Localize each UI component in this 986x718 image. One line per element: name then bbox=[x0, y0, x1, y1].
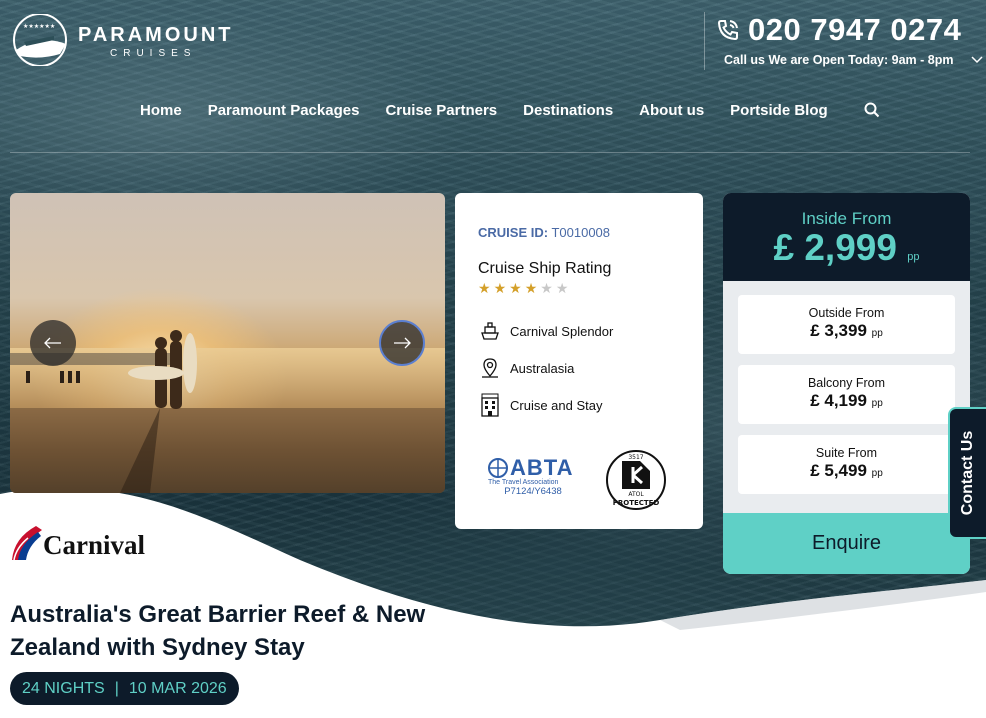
star-filled-icon: ★ bbox=[509, 280, 522, 296]
cruise-info-card: CRUISE ID: T0010008 Cruise Ship Rating ★… bbox=[455, 193, 703, 529]
star-empty-icon: ★ bbox=[540, 280, 553, 296]
ship-name-row: Carnival Splendor bbox=[478, 319, 613, 343]
atol-protected-logo: 3517 ATOL PROTECTED bbox=[605, 449, 667, 511]
ship-logo-icon: ★★★★★★ bbox=[13, 13, 67, 67]
inside-price-value: £ 2,999 bbox=[773, 227, 897, 268]
header-divider bbox=[704, 12, 705, 70]
price-panel: Inside From £ 2,999 pp Outside From £ 3,… bbox=[723, 193, 970, 574]
svg-text:3517: 3517 bbox=[628, 454, 643, 461]
outside-price-value: £ 3,399 bbox=[810, 321, 867, 340]
balcony-price-value: £ 4,199 bbox=[810, 391, 867, 410]
nav-divider bbox=[10, 152, 970, 153]
nav-portside-blog[interactable]: Portside Blog bbox=[730, 102, 828, 119]
nav-cruise-partners[interactable]: Cruise Partners bbox=[385, 102, 497, 119]
carousel-prev-button[interactable] bbox=[30, 320, 76, 366]
star-filled-icon: ★ bbox=[524, 280, 538, 296]
ship-rating-title: Cruise Ship Rating bbox=[478, 260, 612, 277]
svg-text:★★★★★★: ★★★★★★ bbox=[23, 23, 55, 30]
nav-destinations[interactable]: Destinations bbox=[523, 102, 613, 119]
phone-icon bbox=[717, 20, 738, 41]
search-button[interactable] bbox=[864, 102, 880, 118]
inside-price-header: Inside From £ 2,999 pp bbox=[723, 193, 970, 281]
search-icon bbox=[864, 102, 879, 118]
outside-price-option[interactable]: Outside From £ 3,399 pp bbox=[738, 295, 955, 354]
balcony-price-option[interactable]: Balcony From £ 4,199 pp bbox=[738, 365, 955, 424]
balcony-price-label: Balcony From bbox=[807, 376, 886, 390]
region-name: Australasia bbox=[510, 360, 575, 376]
svg-text:PROTECTED: PROTECTED bbox=[613, 499, 660, 507]
suite-price-value: £ 5,499 bbox=[810, 461, 867, 480]
cruise-type-row: Cruise and Stay bbox=[478, 393, 603, 417]
nav-paramount-packages[interactable]: Paramount Packages bbox=[208, 102, 360, 119]
arrow-right-icon bbox=[394, 337, 411, 349]
globe-icon bbox=[488, 458, 508, 478]
cruise-id: CRUISE ID: T0010008 bbox=[478, 225, 610, 240]
region-row: Australasia bbox=[478, 356, 574, 380]
star-filled-icon: ★ bbox=[478, 280, 491, 296]
chevron-down-icon bbox=[971, 56, 983, 64]
map-pin-icon bbox=[478, 356, 502, 380]
contact-us-label: Contact Us bbox=[959, 430, 977, 516]
cruise-date: 10 MAR 2026 bbox=[128, 679, 227, 697]
suite-price-option[interactable]: Suite From £ 5,499 pp bbox=[738, 435, 955, 494]
cruise-duration-date-pill: 24 NIGHTS | 10 MAR 2026 bbox=[10, 672, 239, 705]
inside-price-label: Inside From bbox=[801, 209, 892, 228]
per-person-label: pp bbox=[871, 328, 883, 339]
per-person-label: pp bbox=[871, 398, 883, 409]
cruise-title: Australia's Great Barrier Reef & New Zea… bbox=[10, 601, 426, 661]
cruise-id-label: CRUISE ID: bbox=[478, 225, 549, 240]
carnival-logo: Carnival bbox=[10, 524, 175, 564]
carousel-next-button[interactable] bbox=[379, 320, 425, 366]
suite-price: £ 5,499 pp bbox=[738, 460, 955, 485]
per-person-label: pp bbox=[907, 251, 920, 263]
outside-price: £ 3,399 pp bbox=[738, 320, 955, 345]
brand-name: PARAMOUNT bbox=[78, 24, 234, 46]
hotel-icon bbox=[478, 393, 502, 417]
pill-separator: | bbox=[114, 679, 119, 697]
star-empty-icon: ★ bbox=[555, 280, 569, 296]
nav-about-us[interactable]: About us bbox=[639, 102, 704, 119]
ship-rating-stars: ★ ★ ★ ★ ★ ★ bbox=[478, 280, 568, 296]
inside-price: £ 2,999 pp bbox=[723, 229, 970, 276]
abta-code: P7124/Y6438 bbox=[504, 486, 562, 497]
nav-home[interactable]: Home bbox=[140, 102, 182, 119]
cruise-nights: 24 NIGHTS bbox=[22, 679, 105, 697]
opening-hours-text: Call us We are Open Today: 9am - 8pm bbox=[724, 53, 954, 67]
outside-price-label: Outside From bbox=[808, 306, 885, 320]
svg-text:ATOL: ATOL bbox=[628, 491, 644, 498]
enquire-button[interactable]: Enquire bbox=[723, 513, 970, 574]
contact-us-tab[interactable]: Contact Us bbox=[948, 407, 986, 539]
paramount-logo[interactable]: ★★★★★★ PARAMOUNT CRUISES bbox=[10, 13, 231, 67]
balcony-price: £ 4,199 pp bbox=[738, 390, 955, 415]
per-person-label: pp bbox=[871, 468, 883, 479]
phone-number: 020 7947 0274 bbox=[748, 12, 962, 47]
phone-number-link[interactable]: 020 7947 0274 bbox=[716, 10, 961, 50]
opening-hours-toggle[interactable]: Call us We are Open Today: 9am - 8pm bbox=[724, 53, 983, 67]
ship-name: Carnival Splendor bbox=[510, 323, 614, 339]
ship-icon bbox=[478, 319, 502, 343]
suite-price-label: Suite From bbox=[815, 446, 878, 460]
cruise-id-value: T0010008 bbox=[551, 225, 611, 240]
arrow-left-icon bbox=[44, 337, 61, 349]
abta-name: ABTA bbox=[510, 455, 574, 480]
main-navigation: Home Paramount Packages Cruise Partners … bbox=[140, 97, 880, 123]
abta-logo: ABTA The Travel Association P7124/Y6438 bbox=[488, 455, 578, 503]
carnival-funnel-icon bbox=[12, 526, 42, 561]
cruise-line-name: Carnival bbox=[43, 530, 146, 560]
brand-subtitle: CRUISES bbox=[110, 48, 197, 59]
cruise-type: Cruise and Stay bbox=[510, 397, 603, 413]
star-filled-icon: ★ bbox=[493, 280, 507, 296]
